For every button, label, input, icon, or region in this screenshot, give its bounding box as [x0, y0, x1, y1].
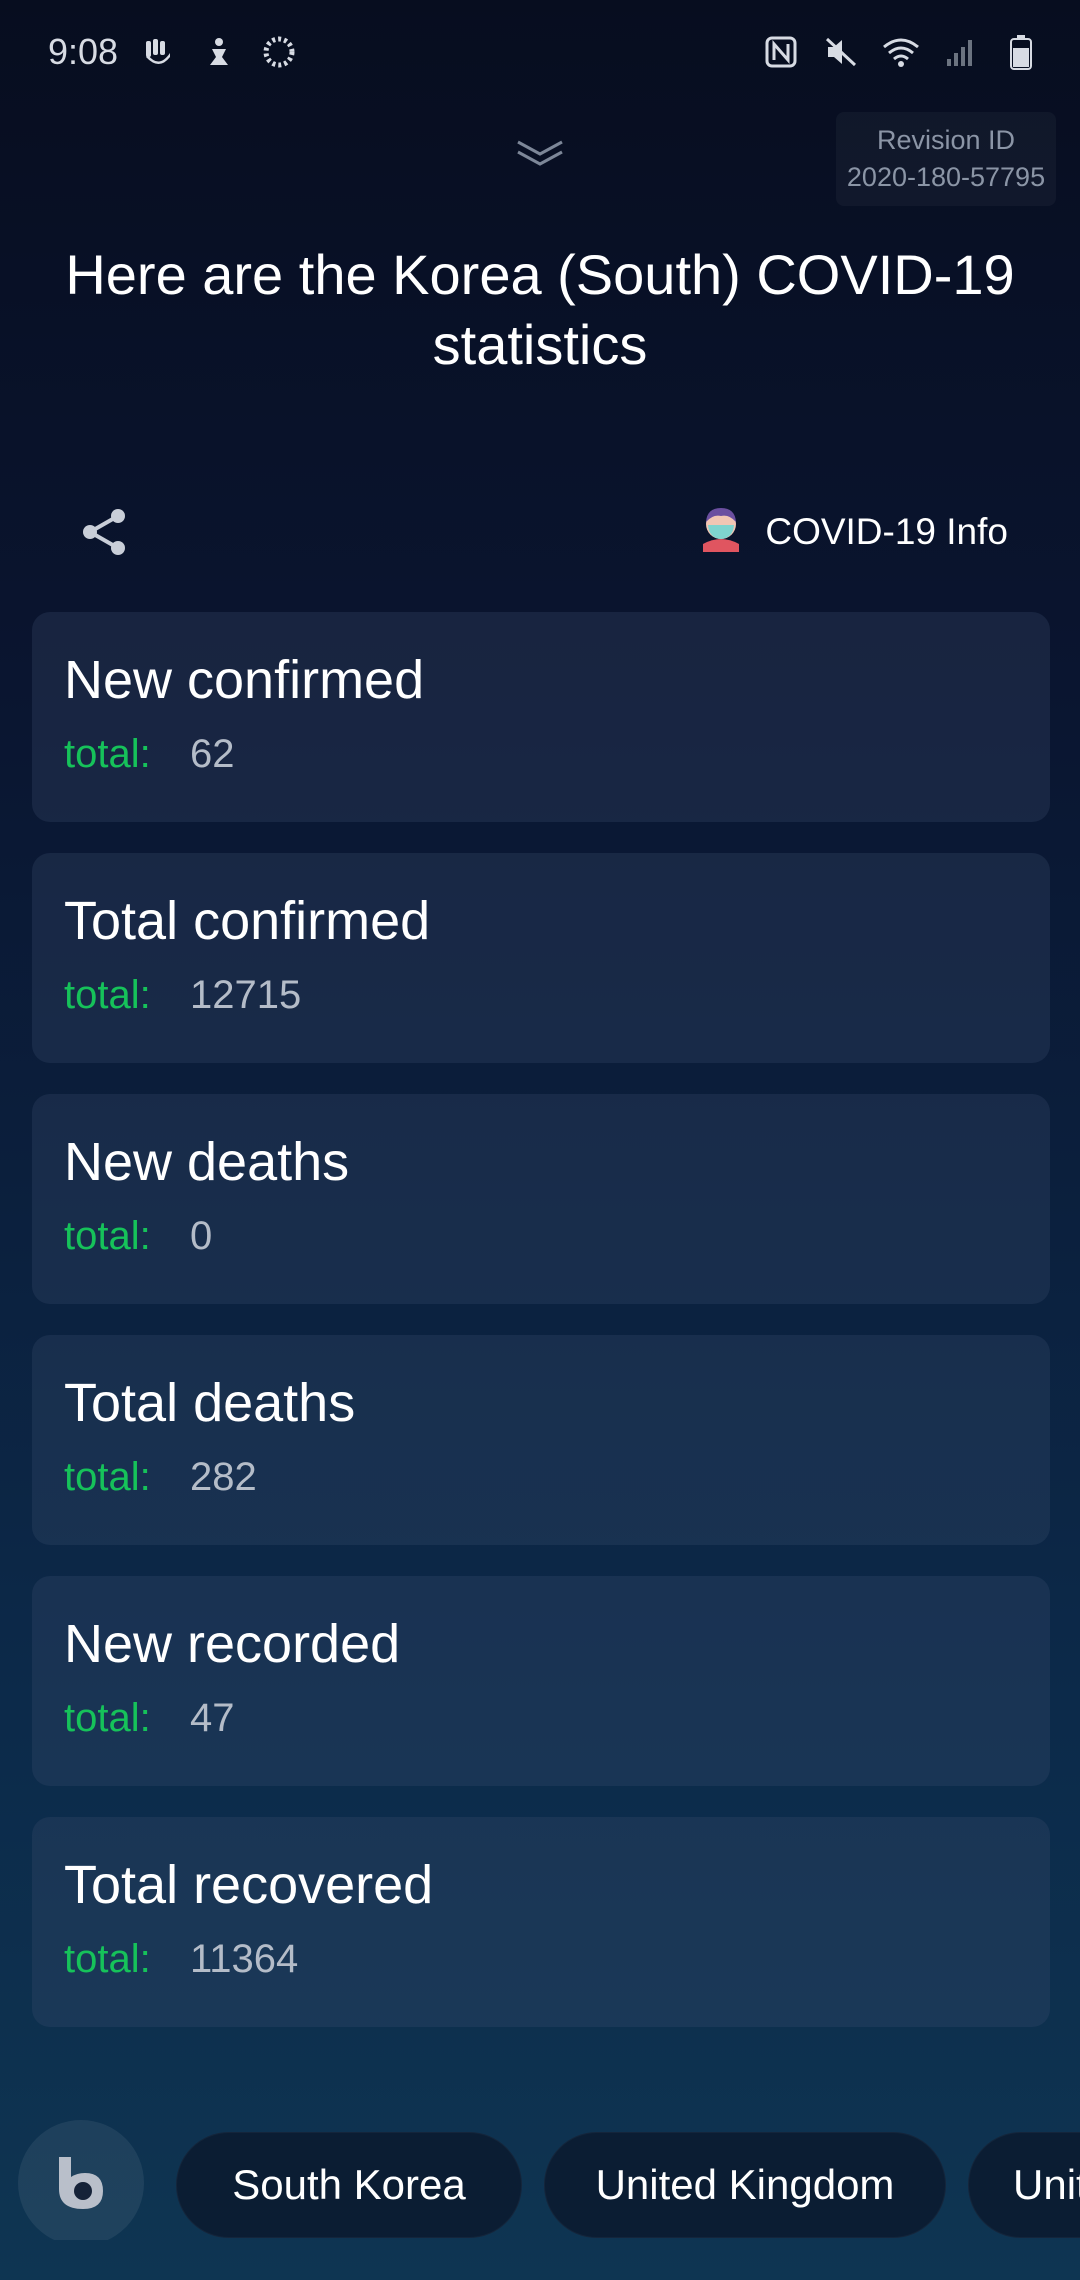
bixby-icon: [59, 2157, 103, 2209]
stat-card[interactable]: New deaths total: 0: [32, 1094, 1050, 1304]
collapse-chevron-icon[interactable]: [514, 136, 566, 172]
status-time: 9:08: [48, 31, 119, 72]
page-title: Here are the Korea (South) COVID-19 stat…: [65, 243, 1015, 376]
stat-title: Total deaths: [64, 1373, 356, 1433]
revision-id-box: Revision ID 2020-180-57795: [836, 112, 1056, 206]
suggestion-chip[interactable]: South Korea: [176, 2132, 522, 2238]
stat-title: Total recovered: [64, 1855, 434, 1915]
stat-card[interactable]: Total confirmed total: 12715: [32, 853, 1050, 1063]
stat-value: 11364: [190, 1937, 299, 1981]
bixby-button[interactable]: [18, 2120, 144, 2240]
share-button[interactable]: [72, 500, 136, 564]
status-left: 9:08: [48, 31, 298, 73]
stat-key: total:: [64, 1937, 151, 1981]
stat-title: New recorded: [64, 1614, 401, 1674]
stat-card[interactable]: Total deaths total: 282: [32, 1335, 1050, 1545]
stat-card[interactable]: New confirmed total: 62: [32, 612, 1050, 822]
masked-face-icon: [699, 504, 743, 561]
stat-key: total:: [64, 973, 151, 1017]
stat-value: 12715: [190, 973, 302, 1017]
signal-icon: [942, 33, 980, 71]
stat-key: total:: [64, 1455, 151, 1499]
suggestion-bar: South Korea United Kingdom Unit: [0, 2110, 1080, 2240]
covid-info-button[interactable]: COVID-19 Info: [699, 500, 1008, 564]
nfc-icon: [762, 33, 800, 71]
revision-label: Revision ID: [876, 125, 1016, 155]
stat-value: 0: [190, 1214, 213, 1258]
suggestion-chip[interactable]: United Kingdom: [544, 2132, 946, 2238]
stat-card[interactable]: New recorded total: 47: [32, 1576, 1050, 1786]
status-right: [762, 33, 1040, 71]
suggestion-chip[interactable]: Unit: [968, 2132, 1080, 2238]
gesture-icon: [140, 33, 178, 71]
loading-icon: [260, 33, 298, 71]
stats-list: New confirmed total: 62 Total confirmed t…: [32, 612, 1050, 2058]
stat-key: total:: [64, 1214, 151, 1258]
status-bar: 9:08: [0, 0, 1080, 104]
revision-value: 2020-180-57795: [846, 162, 1046, 192]
mute-icon: [822, 33, 860, 71]
stat-key: total:: [64, 1696, 151, 1740]
share-icon: [83, 509, 125, 555]
accessibility-icon: [200, 33, 238, 71]
stat-value: 47: [190, 1696, 235, 1740]
stat-key: total:: [64, 732, 151, 776]
battery-icon: [1002, 33, 1040, 71]
stat-card[interactable]: Total recovered total: 11364: [32, 1817, 1050, 2027]
covid-info-label: COVID-19 Info: [765, 511, 1008, 552]
stat-value: 62: [190, 732, 235, 776]
stat-title: New deaths: [64, 1132, 350, 1192]
stat-title: New confirmed: [64, 650, 425, 710]
stat-value: 282: [190, 1455, 257, 1499]
wifi-icon: [882, 33, 920, 71]
card-toolbar: COVID-19 Info: [0, 490, 1080, 570]
stat-title: Total confirmed: [64, 891, 431, 951]
